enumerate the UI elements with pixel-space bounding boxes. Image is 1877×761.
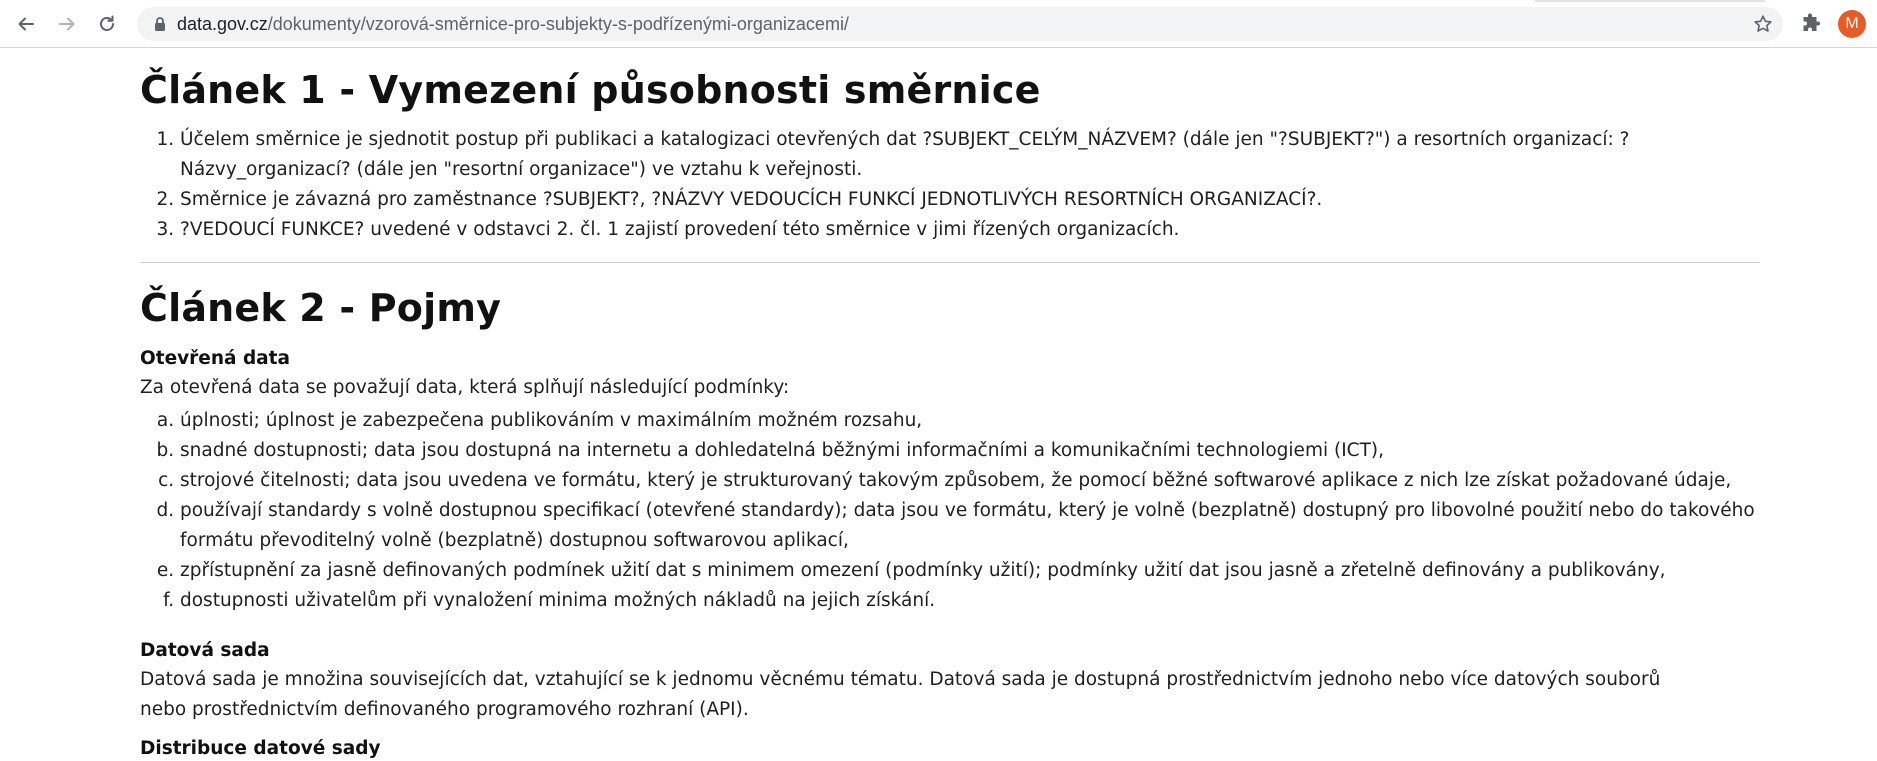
list-item: Směrnice je závazná pro zaměstnance ?SUB… bbox=[180, 185, 1770, 215]
tab-strip-edge bbox=[1535, 0, 1765, 2]
url-path: /dokumenty/vzorová-směrnice-pro-subjekty… bbox=[267, 14, 849, 34]
extensions-puzzle-icon[interactable] bbox=[1799, 12, 1823, 36]
dataset-definition: Datová sada je množina souvisejících dat… bbox=[140, 669, 1661, 720]
term-dataset: Datová sada bbox=[140, 640, 270, 661]
list-item: ?VEDOUCÍ FUNKCE? uvedené v odstavci 2. č… bbox=[180, 215, 1770, 245]
url-text[interactable]: data.gov.cz/dokumenty/vzorová-směrnice-p… bbox=[177, 7, 849, 41]
term-distribution: Distribuce datové sady bbox=[140, 738, 381, 759]
open-data-conditions-list: úplnosti; úplnost je zabezpečena publiko… bbox=[140, 406, 1800, 616]
back-button[interactable] bbox=[12, 10, 40, 38]
list-item: používají standardy s volně dostupnou sp… bbox=[180, 496, 1800, 556]
arrow-right-icon bbox=[59, 17, 75, 31]
open-data-intro: Za otevřená data se považují data, která… bbox=[140, 377, 790, 398]
term-open-data: Otevřená data bbox=[140, 348, 290, 369]
arrow-left-icon bbox=[18, 17, 34, 31]
profile-avatar[interactable]: M bbox=[1838, 10, 1866, 38]
list-item: dostupnosti uživatelům při vynaložení mi… bbox=[180, 586, 1800, 616]
browser-toolbar: data.gov.cz/dokumenty/vzorová-směrnice-p… bbox=[0, 0, 1877, 48]
forward-button[interactable] bbox=[53, 10, 81, 38]
list-item: strojové čitelnosti; data jsou uvedena v… bbox=[180, 466, 1800, 496]
list-item: snadné dostupnosti; data jsou dostupná n… bbox=[180, 436, 1800, 466]
lock-icon bbox=[155, 17, 165, 31]
list-item: Účelem směrnice je sjednotit postup při … bbox=[180, 125, 1770, 185]
article-2-heading: Článek 2 - Pojmy bbox=[140, 286, 502, 330]
article-1-heading: Článek 1 - Vymezení působnosti směrnice bbox=[140, 68, 1041, 112]
section-divider bbox=[140, 262, 1760, 263]
reload-button[interactable] bbox=[93, 10, 121, 38]
bookmark-star-icon[interactable] bbox=[1753, 14, 1773, 34]
address-bar[interactable]: data.gov.cz/dokumenty/vzorová-směrnice-p… bbox=[137, 7, 1783, 41]
reload-icon bbox=[100, 15, 114, 31]
list-item: zpřístupnění za jasně definovaných podmí… bbox=[180, 556, 1800, 586]
list-item: úplnosti; úplnost je zabezpečena publiko… bbox=[180, 406, 1800, 436]
url-host: data.gov.cz bbox=[177, 14, 268, 34]
article-1-list: Účelem směrnice je sjednotit postup při … bbox=[140, 125, 1770, 245]
